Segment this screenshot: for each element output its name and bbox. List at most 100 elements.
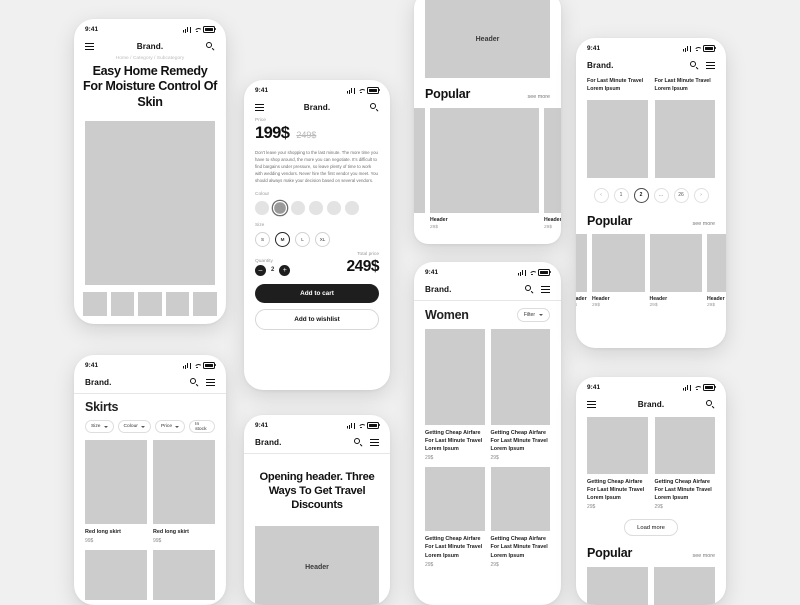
brand-logo[interactable]: Brand. bbox=[587, 61, 614, 70]
carousel-card[interactable]: Header 29$ bbox=[592, 233, 645, 308]
see-more-link[interactable]: see more bbox=[693, 553, 715, 559]
size-option-xl[interactable]: XL bbox=[315, 231, 330, 247]
product-card[interactable]: Getting Cheap Airfare For Last Minute Tr… bbox=[425, 329, 485, 461]
menu-icon[interactable] bbox=[206, 379, 215, 386]
quantity-total-row: Quantity – 2 + Total price 249$ bbox=[255, 252, 380, 276]
add-to-wishlist-button[interactable]: Add to wishlist bbox=[255, 308, 379, 330]
product-image-placeholder[interactable] bbox=[587, 417, 648, 474]
pagination-page-1[interactable]: 1 bbox=[613, 187, 629, 203]
menu-icon[interactable] bbox=[541, 286, 550, 293]
colour-swatch[interactable] bbox=[309, 201, 323, 215]
colour-swatch[interactable] bbox=[291, 201, 305, 215]
load-more-wrap: Load more bbox=[576, 510, 726, 537]
product-price: 29$ bbox=[425, 455, 434, 462]
pagination-prev-button[interactable]: ‹ bbox=[593, 187, 609, 203]
page-title: Easy Home Remedy For Moisture Control Of… bbox=[83, 64, 217, 109]
colour-swatch[interactable] bbox=[327, 201, 341, 215]
popular-carousel[interactable]: Header 29$ Header 29$ Header 29$ Header … bbox=[576, 228, 726, 308]
pagination-page-2-current[interactable]: 2 bbox=[633, 187, 649, 203]
search-icon[interactable] bbox=[206, 42, 215, 51]
popular-carousel[interactable]: Header 29$ Header 29$ bbox=[414, 101, 561, 230]
size-option-s[interactable]: S bbox=[255, 231, 270, 247]
search-icon[interactable] bbox=[706, 400, 715, 409]
nav-bar: Brand. bbox=[244, 98, 390, 118]
battery-icon bbox=[703, 383, 716, 392]
filter-button[interactable]: Filter bbox=[516, 308, 550, 322]
filter-chip-in-stock[interactable]: In stock bbox=[189, 420, 215, 433]
card-image-placeholder[interactable] bbox=[654, 567, 715, 605]
product-image-placeholder[interactable] bbox=[587, 99, 648, 178]
brand-logo[interactable]: Brand. bbox=[304, 103, 331, 112]
size-option-m-selected[interactable]: M bbox=[275, 231, 290, 247]
menu-icon[interactable] bbox=[85, 43, 94, 50]
wireframe-board: 9:41 Brand. Home / Category / Subcategor… bbox=[0, 0, 800, 605]
product-card[interactable]: Red long skirt 99$ bbox=[85, 440, 147, 544]
carousel-card[interactable]: Header 29$ bbox=[430, 108, 539, 230]
thumbnail-item[interactable] bbox=[83, 292, 107, 317]
search-icon[interactable] bbox=[690, 61, 699, 70]
product-card[interactable]: Getting Cheap Airfare For Last Minute Tr… bbox=[425, 467, 485, 568]
chevron-down-icon bbox=[140, 425, 145, 428]
product-card[interactable]: Getting Cheap Airfare For Last Minute Tr… bbox=[490, 329, 550, 462]
see-more-link[interactable]: see more bbox=[693, 221, 715, 227]
colour-swatch[interactable] bbox=[345, 201, 359, 215]
product-card[interactable]: Getting Cheap Airfare For Last Minute Tr… bbox=[490, 467, 550, 568]
card-image-placeholder[interactable] bbox=[587, 567, 648, 605]
product-image-placeholder[interactable] bbox=[654, 99, 715, 178]
product-image-placeholder[interactable] bbox=[654, 417, 715, 474]
colour-swatch[interactable] bbox=[255, 201, 269, 215]
filter-chip-size[interactable]: Size bbox=[85, 420, 114, 433]
product-description: Don't leave your shopping to the last mi… bbox=[255, 150, 378, 184]
card-label: Header bbox=[592, 295, 610, 302]
popular-carousel[interactable] bbox=[576, 560, 726, 605]
carousel-card[interactable]: Header 29$ bbox=[707, 233, 726, 308]
menu-icon[interactable] bbox=[587, 401, 596, 408]
product-card[interactable]: Red long skirt 99$ bbox=[153, 440, 215, 544]
search-icon[interactable] bbox=[354, 438, 363, 447]
add-to-cart-button[interactable]: Add to cart bbox=[255, 283, 379, 303]
search-icon[interactable] bbox=[525, 285, 534, 294]
product-price: 29$ bbox=[490, 455, 499, 462]
carousel-card[interactable]: Header 29$ bbox=[576, 233, 587, 308]
menu-icon[interactable] bbox=[370, 439, 379, 446]
pagination-page-26[interactable]: 26 bbox=[673, 187, 689, 203]
filter-chip-colour[interactable]: Colour bbox=[117, 420, 151, 433]
brand-logo[interactable]: Brand. bbox=[638, 400, 665, 409]
status-bar: 9:41 bbox=[74, 19, 226, 37]
screen-category-women: 9:41 Brand. Women Filter Getting Cheap A… bbox=[414, 262, 561, 605]
pagination-next-button[interactable]: › bbox=[693, 187, 709, 203]
thumbnail-item[interactable] bbox=[110, 292, 135, 317]
brand-logo[interactable]: Brand. bbox=[255, 438, 282, 447]
size-option-l[interactable]: L bbox=[295, 231, 310, 247]
brand-logo[interactable]: Brand. bbox=[137, 42, 164, 51]
thumbnail-item[interactable] bbox=[165, 292, 190, 317]
menu-icon[interactable] bbox=[255, 104, 264, 111]
load-more-button[interactable]: Load more bbox=[624, 519, 678, 537]
search-icon[interactable] bbox=[370, 103, 379, 112]
colour-label: Colour bbox=[255, 192, 270, 198]
carousel-card[interactable] bbox=[414, 108, 425, 230]
search-icon[interactable] bbox=[190, 378, 199, 387]
quantity-increase-button[interactable]: + bbox=[279, 264, 291, 276]
product-card[interactable]: Getting Cheap Airfare For Last Minute Tr… bbox=[587, 478, 648, 510]
carousel-card[interactable]: Header 29$ bbox=[544, 108, 561, 230]
signal-icon bbox=[518, 269, 526, 276]
size-group: S M L XL bbox=[255, 231, 379, 247]
product-card[interactable] bbox=[85, 550, 147, 601]
thumbnail-item[interactable] bbox=[193, 292, 217, 317]
section-title: Popular bbox=[587, 546, 633, 561]
thumbnail-row bbox=[74, 285, 226, 317]
brand-logo[interactable]: Brand. bbox=[425, 285, 452, 294]
filter-chip-price[interactable]: Price bbox=[154, 420, 186, 433]
battery-icon bbox=[203, 25, 216, 34]
product-card[interactable] bbox=[153, 550, 215, 601]
brand-logo[interactable]: Brand. bbox=[85, 378, 112, 387]
quantity-decrease-button[interactable]: – bbox=[255, 264, 266, 276]
breadcrumb[interactable]: Home / Category / Subcategory bbox=[74, 56, 226, 61]
see-more-link[interactable]: see more bbox=[528, 94, 550, 100]
carousel-card[interactable]: Header 29$ bbox=[649, 233, 702, 308]
product-card[interactable]: Getting Cheap Airfare For Last Minute Tr… bbox=[655, 478, 716, 510]
colour-swatch-selected[interactable] bbox=[273, 201, 287, 215]
thumbnail-item[interactable] bbox=[138, 292, 162, 317]
menu-icon[interactable] bbox=[706, 62, 715, 69]
